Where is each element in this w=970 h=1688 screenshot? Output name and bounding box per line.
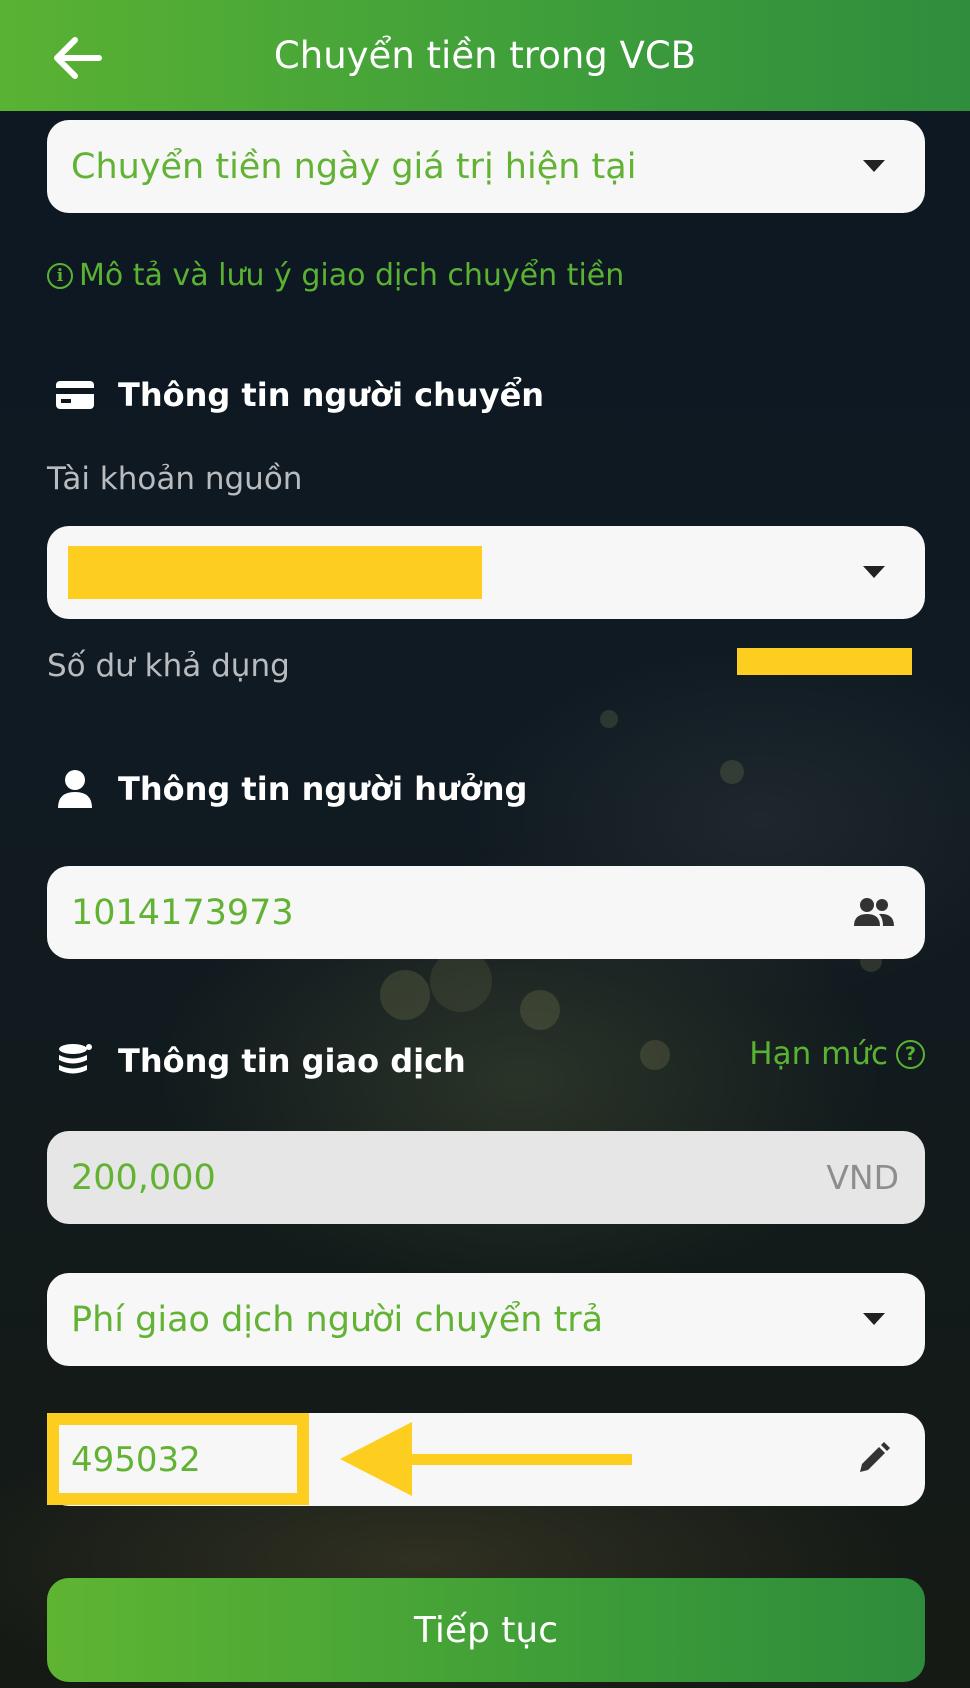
beneficiary-account-value: 1014173973	[71, 892, 294, 933]
coins-icon	[52, 1038, 98, 1084]
limit-link[interactable]: Hạn mức ?	[749, 1036, 925, 1072]
bokeh	[600, 710, 618, 728]
available-balance-label: Số dư khả dụng	[47, 648, 290, 684]
limit-link-label: Hạn mức	[749, 1036, 888, 1072]
source-account-select[interactable]	[47, 526, 925, 619]
help-icon: ?	[896, 1039, 925, 1069]
transaction-section-header: Thông tin giao dịch	[52, 1038, 466, 1084]
back-button[interactable]	[44, 24, 112, 92]
edit-button[interactable]	[851, 1437, 895, 1481]
arrow-left-icon	[54, 37, 102, 79]
transfer-notes-label: Mô tả và lưu ý giao dịch chuyển tiền	[79, 258, 625, 293]
bokeh	[380, 970, 430, 1020]
transfer-type-value: Chuyển tiền ngày giá trị hiện tại	[71, 146, 637, 187]
sender-section-header: Thông tin người chuyển	[52, 372, 544, 418]
fee-option-value: Phí giao dịch người chuyển trả	[71, 1299, 604, 1340]
beneficiary-account-input[interactable]: 1014173973	[47, 866, 925, 959]
amount-value: 200,000	[71, 1157, 216, 1198]
bokeh	[720, 760, 744, 784]
bokeh	[430, 950, 492, 1012]
beneficiary-section-title: Thông tin người hưởng	[118, 770, 528, 808]
bokeh	[640, 1040, 670, 1070]
bokeh	[520, 990, 560, 1030]
card-icon	[52, 372, 98, 418]
continue-button[interactable]: Tiếp tục	[47, 1578, 925, 1682]
redacted-account-number	[68, 546, 482, 599]
transfer-notes-link[interactable]: i Mô tả và lưu ý giao dịch chuyển tiền	[47, 258, 624, 293]
info-icon: i	[47, 262, 73, 289]
annotation-arrow-line	[402, 1454, 632, 1465]
transaction-section-title: Thông tin giao dịch	[118, 1042, 466, 1080]
fee-option-select[interactable]: Phí giao dịch người chuyển trả	[47, 1273, 925, 1366]
user-icon	[52, 766, 98, 812]
beneficiary-section-header: Thông tin người hưởng	[52, 766, 527, 812]
chevron-down-icon	[863, 160, 885, 172]
annotation-highlight-box	[47, 1413, 309, 1505]
app-header: Chuyển tiền trong VCB	[0, 0, 970, 111]
contacts-icon[interactable]	[853, 896, 895, 932]
page-title: Chuyển tiền trong VCB	[273, 34, 697, 77]
pencil-icon	[860, 1442, 890, 1472]
currency-label: VND	[826, 1158, 899, 1197]
source-account-label: Tài khoản nguồn	[47, 461, 303, 497]
chevron-down-icon	[863, 1313, 885, 1325]
chevron-down-icon	[863, 566, 885, 578]
transfer-type-select[interactable]: Chuyển tiền ngày giá trị hiện tại	[47, 120, 925, 213]
sender-section-title: Thông tin người chuyển	[118, 376, 545, 414]
amount-input[interactable]: 200,000 VND	[47, 1131, 925, 1224]
redacted-balance-value	[737, 648, 912, 675]
